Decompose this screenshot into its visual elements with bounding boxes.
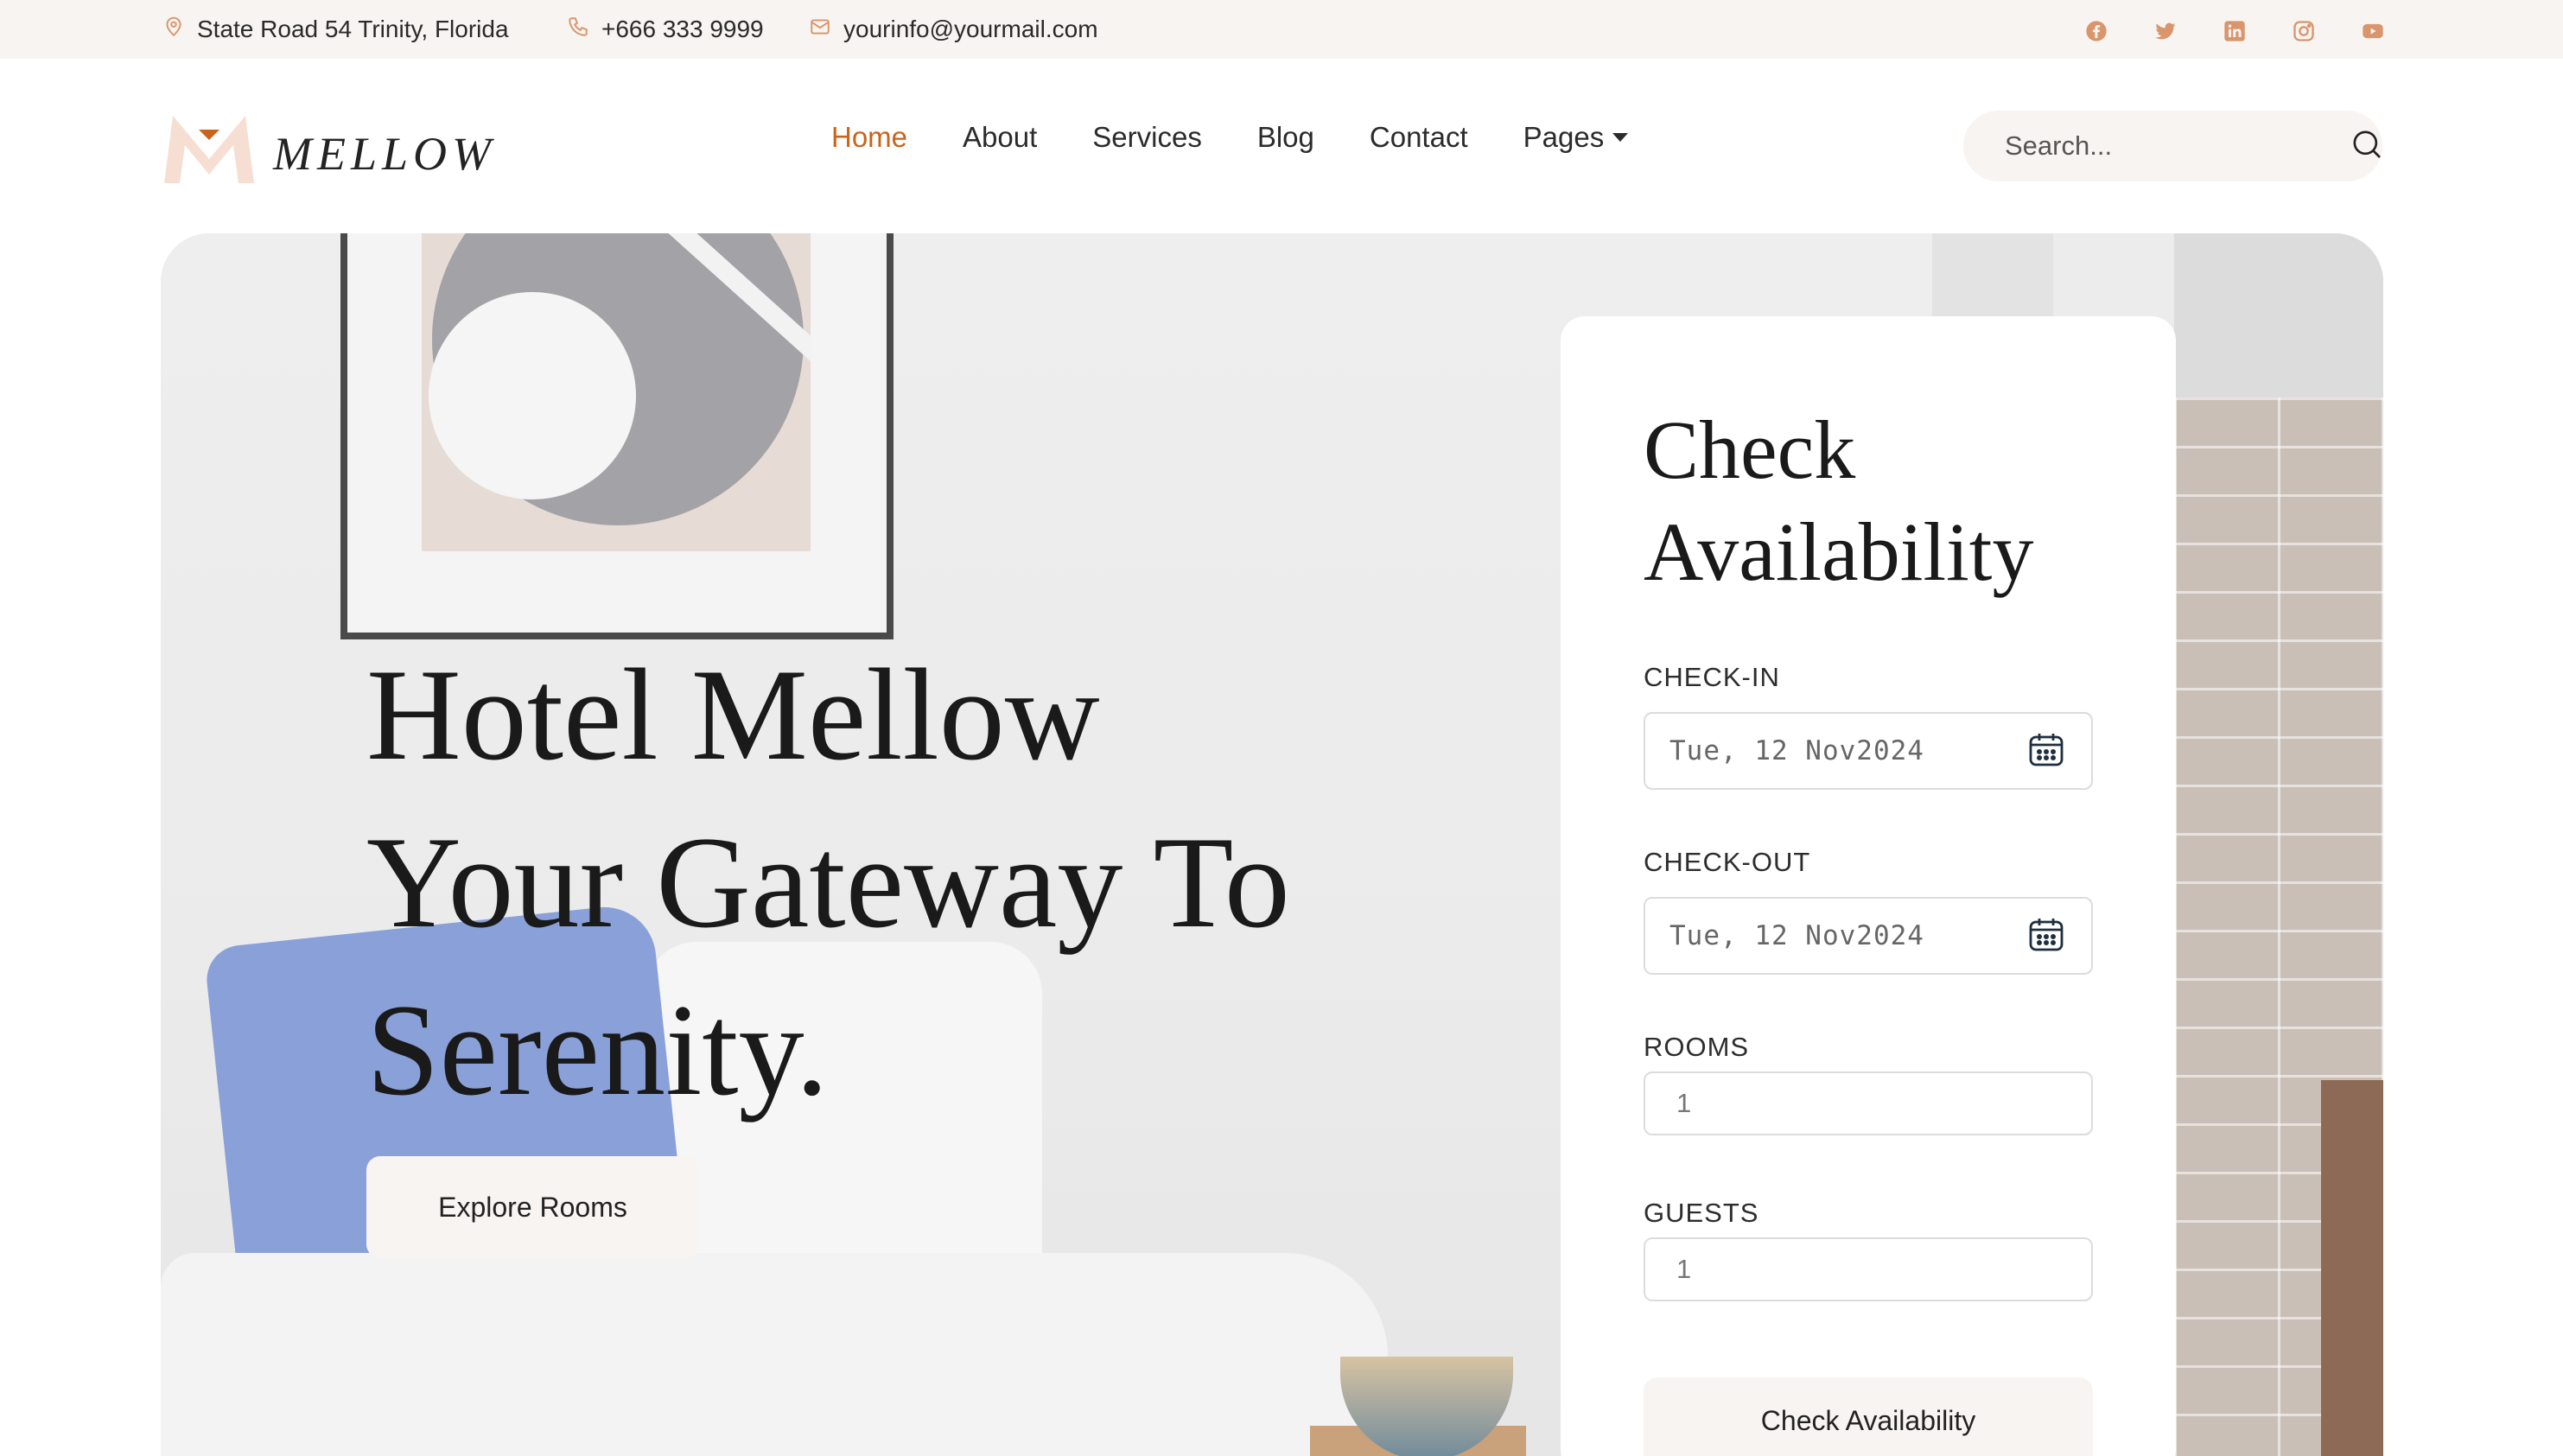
nav-contact[interactable]: Contact: [1370, 121, 1468, 154]
rooms-field[interactable]: [1644, 1071, 2093, 1135]
checkin-label: CHECK-IN: [1644, 662, 1780, 692]
twitter-icon[interactable]: [2153, 19, 2178, 43]
address-info: State Road 54 Trinity, Florida: [162, 0, 509, 59]
hero-section: Hotel Mellow Your Gateway To Serenity. E…: [161, 233, 2383, 1456]
address-text: State Road 54 Trinity, Florida: [197, 16, 509, 42]
caret-down-icon: [1612, 133, 1629, 142]
phone-info[interactable]: +666 333 9999: [567, 0, 764, 59]
top-info-bar: State Road 54 Trinity, Florida +666 333 …: [0, 0, 2563, 59]
checkin-field[interactable]: [1644, 712, 2093, 790]
wall-art-frame: [340, 233, 894, 639]
headline-line-1: Hotel Mellow: [366, 642, 1100, 787]
card-title-line-1: Check: [1644, 404, 1856, 496]
nav-home[interactable]: Home: [831, 121, 907, 154]
headline-line-2: Your Gateway To: [366, 810, 1290, 955]
brand-logo[interactable]: MELLOW: [161, 111, 496, 188]
location-pin-icon: [162, 16, 185, 44]
checkout-label: CHECK-OUT: [1644, 847, 1811, 877]
nav-pages-label: Pages: [1523, 121, 1605, 153]
social-links: [2084, 0, 2385, 62]
card-title-line-2: Availability: [1644, 505, 2034, 598]
phone-icon: [567, 16, 589, 44]
email-info[interactable]: yourinfo@yourmail.com: [809, 0, 1098, 59]
guests-input[interactable]: [1676, 1254, 2060, 1285]
explore-rooms-button[interactable]: Explore Rooms: [366, 1156, 699, 1258]
phone-text: +666 333 9999: [601, 16, 764, 42]
instagram-icon[interactable]: [2292, 19, 2316, 43]
search-input[interactable]: [2005, 130, 2350, 162]
rooms-input[interactable]: [1676, 1088, 2060, 1119]
guests-field[interactable]: [1644, 1237, 2093, 1301]
wood-cabinet: [2321, 1080, 2383, 1456]
checkout-input[interactable]: [1669, 920, 2026, 951]
facebook-icon[interactable]: [2084, 19, 2108, 43]
nav-blog[interactable]: Blog: [1257, 121, 1314, 154]
availability-card: Check Availability CHECK-IN CHECK-OUT RO…: [1561, 316, 2176, 1456]
bathroom-ceiling: [2174, 233, 2383, 397]
checkin-input[interactable]: [1669, 735, 2026, 766]
nav-about[interactable]: About: [963, 121, 1037, 154]
card-title: Check Availability: [1644, 399, 2093, 603]
headline-line-3: Serenity.: [366, 977, 829, 1122]
check-availability-button[interactable]: Check Availability: [1644, 1377, 2093, 1456]
linkedin-icon[interactable]: [2223, 19, 2247, 43]
guests-label: GUESTS: [1644, 1198, 1759, 1228]
calendar-icon[interactable]: [2026, 913, 2067, 959]
envelope-icon: [809, 16, 831, 44]
youtube-icon[interactable]: [2361, 19, 2385, 43]
hero-headline: Hotel Mellow Your Gateway To Serenity.: [366, 631, 1290, 1134]
search-bar: [1963, 111, 2382, 181]
email-text: yourinfo@yourmail.com: [843, 16, 1098, 42]
nav-services[interactable]: Services: [1092, 121, 1202, 154]
calendar-icon[interactable]: [2026, 728, 2067, 774]
bed-sheet: [161, 1253, 1388, 1456]
checkout-field[interactable]: [1644, 897, 2093, 975]
search-icon[interactable]: [2350, 127, 2384, 166]
nav-pages-dropdown[interactable]: Pages: [1523, 121, 1629, 154]
brand-name: MELLOW: [273, 127, 497, 180]
main-nav: Home About Services Blog Contact Pages: [831, 121, 1629, 154]
rooms-label: ROOMS: [1644, 1032, 1750, 1062]
logo-mark-icon: [161, 111, 258, 188]
